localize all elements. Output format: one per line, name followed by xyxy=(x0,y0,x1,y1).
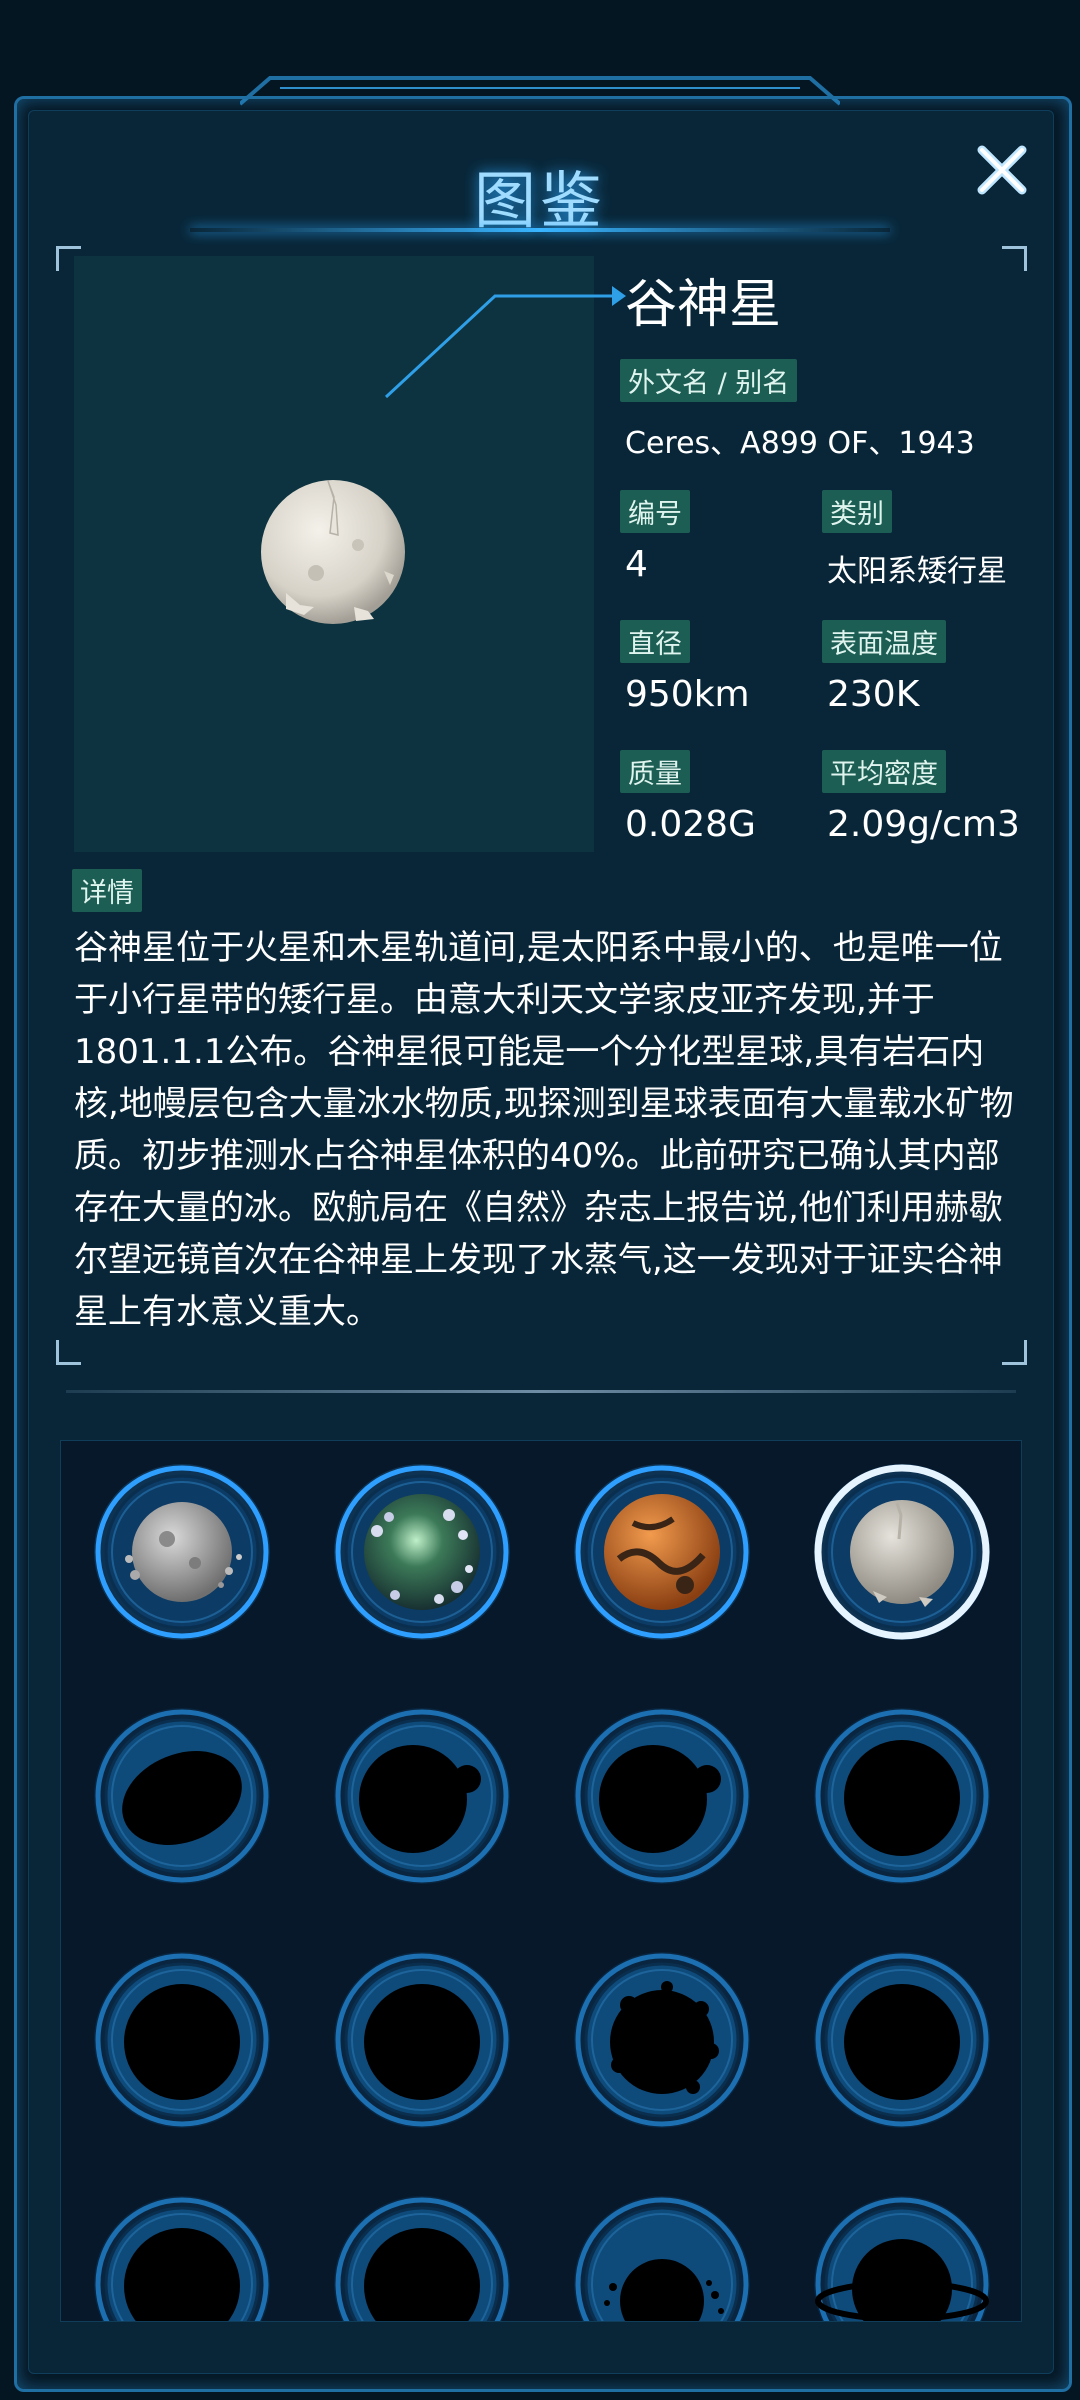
collection-item-5[interactable] xyxy=(89,1703,275,1889)
orange-planet-icon xyxy=(574,1464,750,1640)
collection-item-14[interactable] xyxy=(329,2191,515,2321)
collection-item-8[interactable] xyxy=(809,1703,995,1889)
round-silhouette-icon xyxy=(94,1952,270,2128)
round-silhouette-icon xyxy=(814,1952,990,2128)
collection-item-13[interactable] xyxy=(89,2191,275,2321)
collection-item-3[interactable] xyxy=(569,1459,755,1645)
collection-grid[interactable] xyxy=(60,1440,1022,2322)
collection-item-9[interactable] xyxy=(89,1947,275,2133)
density-label: 平均密度 xyxy=(822,750,946,793)
spiky-silhouette-icon xyxy=(574,1952,750,2128)
round-silhouette-icon xyxy=(94,2196,270,2321)
planet-with-moon-silhouette-icon xyxy=(574,1708,750,1884)
surface-temp-value: 230K xyxy=(827,674,920,715)
collection-item-11[interactable] xyxy=(569,1947,755,2133)
title-underline xyxy=(190,228,890,232)
panel-corner-tr xyxy=(1002,246,1027,271)
panel-corner-br xyxy=(1002,1340,1027,1365)
green-glow-planet-icon xyxy=(334,1464,510,1640)
diameter-label: 直径 xyxy=(620,620,690,663)
category-value: 太阳系矮行星 xyxy=(827,554,1007,589)
details-label: 详情 xyxy=(72,869,142,912)
close-icon xyxy=(977,145,1027,195)
diameter-value: 950km xyxy=(625,674,750,715)
collection-item-1[interactable] xyxy=(89,1459,275,1645)
ringed-silhouette-icon xyxy=(814,2196,990,2321)
panel-corner-bl xyxy=(56,1340,81,1365)
ceres-icon xyxy=(814,1464,990,1640)
alias-label: 外文名 / 别名 xyxy=(620,359,798,402)
number-label: 编号 xyxy=(620,490,690,533)
collection-item-4[interactable] xyxy=(809,1459,995,1645)
round-silhouette-icon xyxy=(334,1952,510,2128)
mass-label: 质量 xyxy=(620,750,690,793)
collection-item-6[interactable] xyxy=(329,1703,515,1889)
section-divider xyxy=(66,1390,1016,1393)
collection-item-10[interactable] xyxy=(329,1947,515,2133)
collection-item-16[interactable] xyxy=(809,2191,995,2321)
number-value: 4 xyxy=(625,544,648,585)
category-label: 类别 xyxy=(822,490,892,533)
ceres-model xyxy=(261,480,405,624)
round-silhouette-icon xyxy=(814,1708,990,1884)
planet-with-moon-silhouette-icon xyxy=(334,1708,510,1884)
page-title: 图鉴 xyxy=(473,164,606,237)
collection-item-2[interactable] xyxy=(329,1459,515,1645)
density-value: 2.09g/cm3 xyxy=(827,804,1020,845)
surface-temp-label: 表面温度 xyxy=(822,620,946,663)
planet-name: 谷神星 xyxy=(625,275,782,335)
pointer-line xyxy=(384,286,626,399)
collection-item-7[interactable] xyxy=(569,1703,755,1889)
close-button[interactable] xyxy=(972,140,1032,200)
collection-item-12[interactable] xyxy=(809,1947,995,2133)
alias-value: Ceres、A899 OF、1943 xyxy=(625,426,975,461)
planet-description: 谷神星位于火星和木星轨道间,是太阳系中最小的、也是唯一位于小行星带的矮行星。由意… xyxy=(74,928,1014,1332)
debris-silhouette-icon xyxy=(574,2196,750,2321)
round-silhouette-icon xyxy=(334,2196,510,2321)
rocky-asteroid-icon xyxy=(94,1464,270,1640)
collection-item-15[interactable] xyxy=(569,2191,755,2321)
oval-silhouette-icon xyxy=(94,1708,270,1884)
mass-value: 0.028G xyxy=(625,804,756,845)
